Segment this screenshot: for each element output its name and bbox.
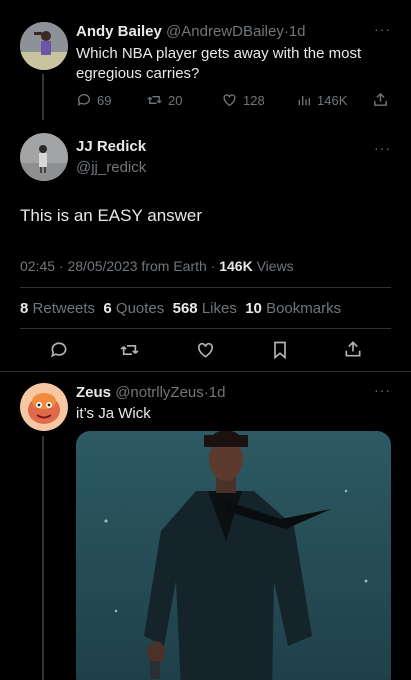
tweet-media-image[interactable] — [76, 431, 391, 680]
timestamp[interactable]: 1d — [209, 384, 226, 401]
author-handle[interactable]: @jj_redick — [76, 159, 146, 176]
engagement-stats: 8 Retweets 6 Quotes 568 Likes 10 Bookmar… — [20, 300, 341, 317]
stat-count: 10 — [245, 300, 262, 317]
avatar[interactable] — [20, 22, 68, 70]
stat-quotes[interactable]: 6 Quotes — [103, 300, 164, 317]
like-button[interactable]: 128 — [221, 92, 265, 108]
retweet-icon — [120, 345, 139, 355]
author-name[interactable]: Andy Bailey — [76, 23, 162, 40]
avatar-image — [20, 133, 68, 181]
divider — [20, 287, 391, 288]
like-count: 128 — [243, 92, 265, 108]
tweet-header: Andy Bailey @AndrewDBailey·1d — [76, 23, 306, 40]
views-button[interactable]: 146K — [296, 92, 347, 108]
stat-count: 6 — [103, 300, 112, 317]
photo — [76, 431, 391, 680]
tweet-text: This is an EASY answer — [20, 206, 203, 225]
reply-icon — [77, 94, 90, 106]
heart-icon — [198, 342, 213, 358]
thread-line — [42, 436, 44, 680]
stat-label: Bookmarks — [266, 300, 342, 317]
reply-button[interactable]: 69 — [76, 92, 111, 108]
stat-count: 568 — [172, 300, 198, 317]
stat-retweets[interactable]: 8 Retweets — [20, 300, 95, 317]
view-count: 146K — [317, 92, 348, 108]
divider — [20, 328, 391, 329]
retweet-count: 20 — [168, 92, 183, 108]
avatar-image — [20, 383, 68, 431]
author-name[interactable]: JJ Redick — [76, 138, 146, 155]
bookmark-button[interactable] — [270, 340, 290, 360]
tweet-meta: 02:45 · 28/05/2023 from Earth · 146K Vie… — [20, 258, 294, 274]
timestamp[interactable]: 1d — [289, 23, 306, 40]
retweet-button[interactable]: 20 — [146, 92, 182, 108]
reply-button[interactable] — [49, 340, 69, 360]
stat-label: Likes — [201, 300, 237, 317]
more-options-icon[interactable]: ··· — [374, 382, 391, 398]
author-name[interactable]: Zeus — [76, 384, 111, 401]
tweet-text: Which NBA player gets away with the most… — [76, 45, 362, 82]
share-button[interactable] — [343, 339, 363, 359]
retweet-button[interactable] — [119, 340, 140, 360]
heart-icon — [223, 94, 236, 107]
like-button[interactable] — [195, 340, 216, 360]
tweet-header: Zeus @notrllyZeus·1d — [76, 384, 225, 401]
avatar-image — [20, 22, 68, 70]
reply-count: 69 — [97, 92, 112, 108]
stat-label: Retweets — [32, 300, 96, 317]
tweet-datetime[interactable]: 02:45 · 28/05/2023 from Earth · — [20, 258, 219, 274]
stat-likes[interactable]: 568 Likes — [173, 300, 237, 317]
share-icon — [374, 92, 387, 106]
view-count: 146K — [219, 258, 253, 274]
tweet-text: it’s Ja Wick — [76, 405, 151, 422]
stat-count: 8 — [20, 300, 29, 317]
more-options-icon[interactable]: ··· — [374, 140, 391, 156]
more-options-icon[interactable]: ··· — [374, 21, 391, 37]
avatar[interactable] — [20, 383, 68, 431]
share-button[interactable] — [372, 91, 389, 108]
reply-icon — [51, 342, 67, 358]
views-icon — [298, 96, 310, 106]
bookmark-icon — [274, 341, 286, 360]
retweet-icon — [147, 96, 162, 104]
avatar[interactable] — [20, 133, 68, 181]
author-handle[interactable]: @AndrewDBailey — [166, 23, 284, 40]
author-handle[interactable]: @notrllyZeus — [115, 384, 204, 401]
share-icon — [345, 341, 361, 357]
thread-line — [42, 74, 44, 120]
stat-bookmarks[interactable]: 10 Bookmarks — [245, 300, 341, 317]
stat-label: Quotes — [115, 300, 165, 317]
views-label: Views — [252, 258, 294, 274]
divider — [0, 371, 411, 372]
